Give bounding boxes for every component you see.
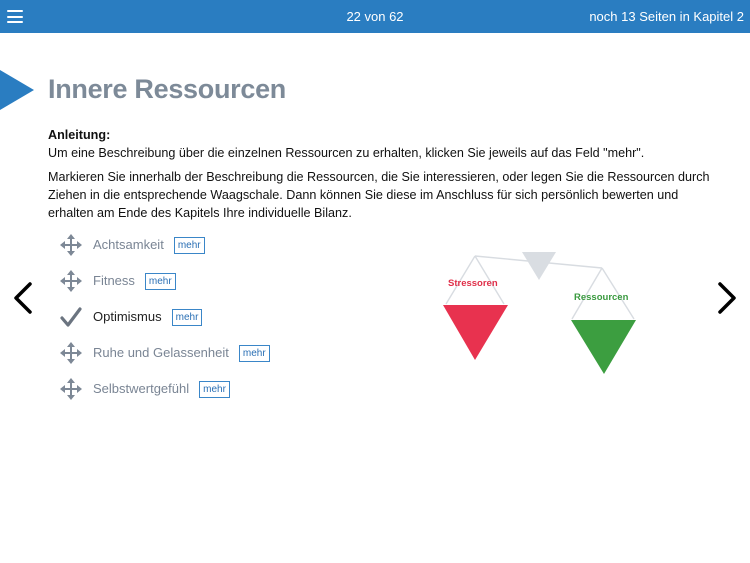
title-marker-icon xyxy=(0,70,34,110)
resource-label: Selbstwertgefühl xyxy=(93,381,190,396)
chapter-remaining: noch 13 Seiten in Kapitel 2 xyxy=(589,9,744,24)
ressourcen-pan xyxy=(571,320,636,374)
instructions-paragraph: Markieren Sie innerhalb der Beschreibung… xyxy=(48,170,710,220)
ressourcen-label: Ressourcen xyxy=(574,292,629,303)
top-bar: 22 von 62 noch 13 Seiten in Kapitel 2 xyxy=(0,0,750,33)
resource-label: Fitness xyxy=(93,273,135,288)
mehr-button[interactable]: mehr xyxy=(171,309,203,326)
move-icon[interactable] xyxy=(60,378,82,400)
scale-pivot xyxy=(522,252,556,280)
move-icon[interactable] xyxy=(60,270,82,292)
balance-scale: Stressoren Ressourcen xyxy=(438,248,643,383)
move-icon[interactable] xyxy=(60,234,82,256)
previous-page-arrow-icon[interactable] xyxy=(12,281,34,315)
next-page-arrow-icon[interactable] xyxy=(716,281,738,315)
checkmark-icon[interactable] xyxy=(60,306,82,328)
instructions: Anleitung: Um eine Beschreibung über die… xyxy=(48,126,718,222)
page-title: Innere Ressourcen xyxy=(48,74,286,104)
instructions-heading: Anleitung xyxy=(48,128,107,142)
mehr-button[interactable]: mehr xyxy=(144,273,176,290)
balance-scale-graphic xyxy=(443,252,636,374)
resource-label: Ruhe und Gelassenheit xyxy=(93,345,229,360)
instructions-line: Um eine Beschreibung über die einzelnen … xyxy=(48,146,645,160)
mehr-button[interactable]: mehr xyxy=(199,381,230,398)
mehr-button[interactable]: mehr xyxy=(173,237,205,254)
move-icon[interactable] xyxy=(60,342,82,364)
stressoren-label: Stressoren xyxy=(448,278,498,289)
stressoren-pan xyxy=(443,305,508,360)
resource-label: Achtsamkeit xyxy=(93,237,164,252)
mehr-button[interactable]: mehr xyxy=(238,345,270,362)
resource-label: Optimismus xyxy=(93,309,162,324)
